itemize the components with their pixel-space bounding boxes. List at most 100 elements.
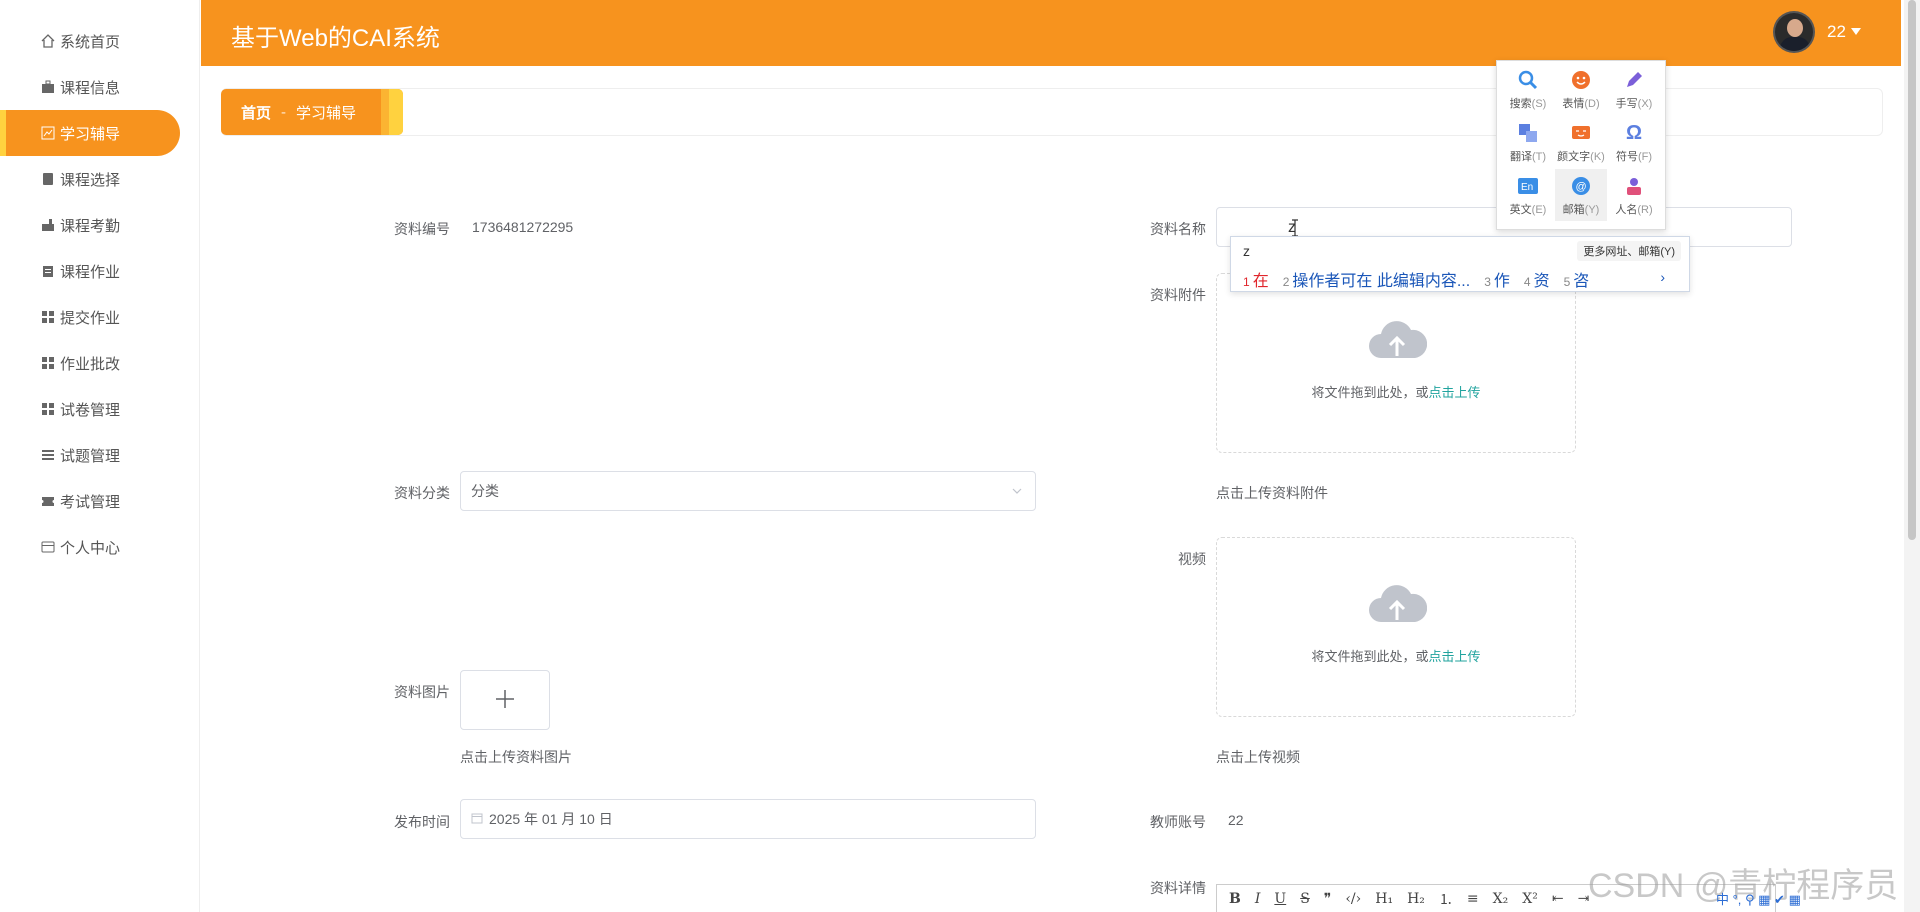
plus-icon: [494, 688, 516, 713]
subscript-button[interactable]: X₂: [1493, 891, 1509, 907]
sidebar-item-grading[interactable]: 作业批改: [0, 340, 180, 386]
ime-handwrite-button[interactable]: 手写(X): [1608, 63, 1660, 115]
sidebar-item-course-info[interactable]: 课程信息: [0, 64, 180, 110]
sidebar-item-home[interactable]: 系统首页: [0, 18, 180, 64]
sidebar-item-label: 试卷管理: [60, 401, 121, 419]
breadcrumb-home[interactable]: 首页: [241, 102, 271, 123]
image-upload-button[interactable]: [460, 670, 550, 730]
omega-icon: Ω: [1625, 121, 1643, 144]
publish-label: 发布时间: [394, 814, 450, 830]
upload-text: 将文件拖到此处，或: [1311, 649, 1429, 664]
image-label: 资料图片: [394, 684, 450, 700]
underline-button[interactable]: U: [1274, 891, 1286, 907]
top-header: 基于Web的CAI系统 22: [201, 0, 1901, 66]
search-icon: [1517, 69, 1539, 91]
detail-label: 资料详情: [1150, 880, 1206, 896]
publish-date-input[interactable]: 2025 年 01 月 10 日: [460, 799, 1036, 839]
chevron-right-icon[interactable]: ›: [1660, 269, 1665, 285]
category-label: 资料分类: [394, 485, 450, 501]
svg-text:En: En: [1521, 182, 1533, 193]
sidebar-item-paper[interactable]: 试卷管理: [0, 386, 180, 432]
ime-candidate[interactable]: 1在: [1243, 267, 1269, 291]
sidebar-item-exam[interactable]: 考试管理: [0, 478, 180, 524]
italic-button[interactable]: I: [1255, 891, 1261, 907]
sidebar-item-course-select[interactable]: 课程选择: [0, 156, 180, 202]
cloud-upload-icon: [1367, 316, 1428, 365]
ime-candidates: 1在 2 操作者可在 此编辑内容... 3作 4资 5咨: [1243, 267, 1589, 291]
breadcrumb: 首页 - 学习辅导: [221, 89, 403, 135]
category-select[interactable]: 分类: [460, 471, 1036, 511]
ime-name-button[interactable]: 人名(R): [1608, 169, 1660, 221]
page-scrollbar[interactable]: [1904, 0, 1920, 912]
grid-icon: [40, 355, 56, 371]
cloud-upload-icon: [1367, 580, 1428, 629]
ime-search-button[interactable]: 搜索(S): [1502, 63, 1554, 115]
ime-emoji-button[interactable]: 表情(D): [1555, 63, 1607, 115]
attachment-hint: 点击上传资料附件: [1216, 485, 1328, 501]
list-icon: [40, 447, 56, 463]
sidebar-item-label: 系统首页: [60, 33, 121, 51]
ime-kaomoji-button[interactable]: 颜文字(K): [1555, 116, 1607, 168]
clipboard-icon: [40, 263, 56, 279]
bold-button[interactable]: B: [1229, 891, 1241, 907]
app-title: 基于Web的CAI系统: [231, 25, 440, 52]
quote-button[interactable]: ❞: [1324, 891, 1332, 907]
category-value: 分类: [471, 483, 499, 499]
breadcrumb-current: 学习辅导: [296, 104, 357, 122]
code-value: 1736481272295: [472, 219, 574, 235]
at-icon: @: [1570, 175, 1592, 197]
sidebar-item-study[interactable]: 学习辅导: [0, 110, 180, 156]
strike-button[interactable]: S: [1300, 891, 1310, 907]
teacher-label: 教师账号: [1150, 814, 1206, 830]
ime-english-button[interactable]: En 英文(E): [1502, 169, 1554, 221]
outdent-button[interactable]: ⇤: [1552, 891, 1564, 907]
sidebar-item-label: 考试管理: [60, 493, 121, 511]
briefcase-icon: [40, 79, 56, 95]
sidebar-item-attendance[interactable]: 课程考勤: [0, 202, 180, 248]
translate-icon: [1517, 122, 1539, 144]
upload-link[interactable]: 点击上传: [1429, 385, 1481, 400]
ime-email-button[interactable]: @ 邮箱(Y): [1555, 169, 1607, 221]
card-icon: [40, 539, 56, 555]
sidebar-item-profile[interactable]: 个人中心: [0, 524, 180, 570]
upload-text: 将文件拖到此处，或: [1311, 385, 1429, 400]
sidebar-item-label: 课程考勤: [60, 217, 121, 235]
kaomoji-icon: [1570, 122, 1592, 144]
video-dropzone[interactable]: 将文件拖到此处，或点击上传: [1216, 537, 1576, 717]
ime-translate-button[interactable]: 翻译(T): [1502, 116, 1554, 168]
code-button[interactable]: ‹/›: [1345, 891, 1361, 907]
publish-value: 2025 年 01 月 10 日: [489, 811, 613, 827]
ticket-icon: [40, 493, 56, 509]
ime-status-tray[interactable]: 中 °, ⚲ ▦ ✔ ▦: [1716, 886, 1801, 910]
sidebar-item-questions[interactable]: 试题管理: [0, 432, 180, 478]
ordered-list-button[interactable]: ⒈: [1439, 889, 1453, 909]
teacher-value: 22: [1228, 812, 1244, 828]
h1-button[interactable]: H₁: [1375, 891, 1393, 907]
upload-link[interactable]: 点击上传: [1429, 649, 1481, 664]
ime-candidate[interactable]: 4资: [1524, 267, 1550, 291]
ime-candidate-bar: z 更多网址、邮箱(Y) 1在 2 操作者可在 此编辑内容... 3作 4资 5咨…: [1230, 236, 1690, 292]
ime-candidate[interactable]: 3作: [1484, 267, 1510, 291]
name-label: 资料名称: [1150, 221, 1206, 237]
avatar[interactable]: [1773, 11, 1815, 53]
scrollbar-thumb[interactable]: [1908, 0, 1916, 540]
chevron-down-icon: [1011, 484, 1023, 500]
bullet-list-button[interactable]: ≡: [1467, 891, 1479, 907]
ime-candidate[interactable]: 2 操作者可在 此编辑内容...: [1283, 267, 1470, 291]
ime-candidate[interactable]: 5咨: [1564, 267, 1590, 291]
sidebar-item-label: 作业批改: [60, 355, 121, 373]
sidebar-item-label: 试题管理: [60, 447, 121, 465]
grid-icon: [40, 401, 56, 417]
smile-icon: [1570, 69, 1592, 91]
h2-button[interactable]: H₂: [1407, 891, 1425, 907]
ime-more-button[interactable]: 更多网址、邮箱(Y): [1577, 241, 1681, 261]
superscript-button[interactable]: X²: [1522, 891, 1538, 907]
calendar-icon: [471, 811, 483, 827]
ime-symbol-button[interactable]: Ω 符号(F): [1608, 116, 1660, 168]
username[interactable]: 22: [1827, 22, 1846, 42]
sidebar-item-homework[interactable]: 课程作业: [0, 248, 180, 294]
chevron-down-icon[interactable]: [1851, 28, 1861, 35]
attachment-dropzone[interactable]: 将文件拖到此处，或点击上传: [1216, 273, 1576, 453]
sidebar-item-label: 课程作业: [60, 263, 121, 281]
sidebar-item-submit-homework[interactable]: 提交作业: [0, 294, 180, 340]
